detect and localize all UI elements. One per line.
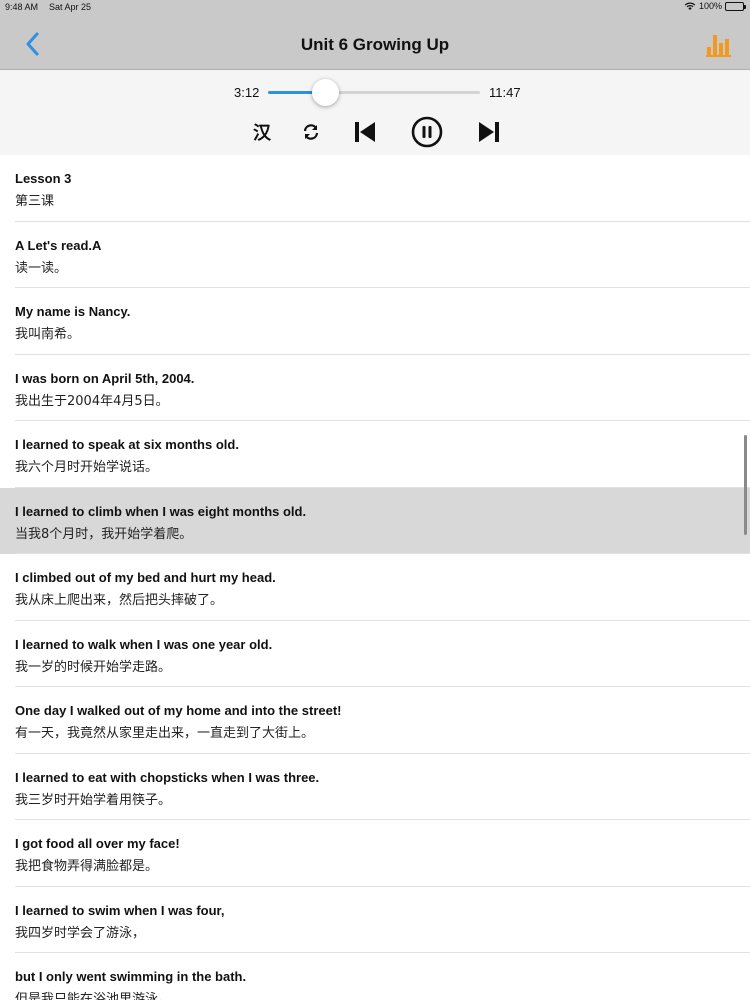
sentence-english: I learned to speak at six months old.	[15, 437, 239, 452]
progress-thumb[interactable]	[312, 79, 340, 106]
sentence-english: I got food all over my face!	[15, 836, 180, 851]
sentence-chinese: 但是我只能在浴池里游泳。	[15, 992, 172, 1000]
previous-button[interactable]	[352, 116, 378, 148]
sentence-chinese: 当我8个月时，我开始学着爬。	[15, 526, 193, 542]
progress-slider[interactable]	[268, 79, 480, 106]
total-time: 11:47	[489, 85, 521, 100]
sentence-english: A Let's read.A	[15, 237, 102, 253]
pause-button[interactable]	[410, 116, 444, 148]
sentence-english: I was born on April 5th, 2004.	[15, 370, 195, 386]
sentence-english: I learned to swim when I was four,	[15, 902, 225, 918]
status-time: 9:48 AM	[5, 2, 39, 12]
nav-bar: Unit 6 Growing Up	[0, 14, 750, 70]
repeat-icon	[303, 124, 319, 140]
sentence-chinese: 我叫南希。	[15, 327, 81, 342]
sentence-row[interactable]: I learned to swim when I was four, 我四岁时学会…	[0, 887, 750, 954]
sentence-row[interactable]: I got food all over my face! 我把食物弄得满脸都是。	[0, 820, 750, 887]
sentence-chinese: 我六个月时开始学说话。	[15, 460, 159, 475]
repeat-button[interactable]	[300, 116, 322, 148]
sentence-row[interactable]: My name is Nancy. 我叫南希。	[0, 288, 750, 355]
status-bar: 9:48 AM Sat Apr 25 100%	[0, 0, 750, 14]
wifi-icon	[684, 2, 696, 10]
sentence-row[interactable]: I was born on April 5th, 2004. 我出生于2004年4…	[0, 355, 750, 422]
skip-forward-icon	[479, 122, 499, 142]
sentence-row[interactable]: I learned to speak at six months old. 我六个…	[0, 421, 750, 488]
sentence-row[interactable]: One day I walked out of my home and into…	[0, 687, 750, 754]
sentence-english: I learned to walk when I was one year ol…	[15, 636, 273, 652]
sentence-row[interactable]: I learned to eat with chopsticks when I …	[0, 754, 750, 821]
stats-button[interactable]	[706, 31, 732, 57]
sentence-english: but I only went swimming in the bath.	[15, 969, 247, 984]
battery-percent: 100%	[698, 1, 722, 11]
pause-icon	[411, 116, 443, 148]
sentence-english: Lesson 3	[15, 171, 72, 186]
sentence-row[interactable]: I learned to walk when I was one year ol…	[0, 621, 750, 688]
page-title: Unit 6 Growing Up	[300, 35, 450, 54]
battery-icon	[725, 1, 746, 11]
sentence-chinese: 我四岁时学会了游泳，	[15, 925, 146, 941]
sentence-row[interactable]: but I only went swimming in the bath. 但是我…	[0, 953, 750, 1000]
skip-back-icon	[355, 122, 375, 142]
sentence-english: I climbed out of my bed and hurt my head…	[15, 570, 276, 585]
sentence-english: I learned to climb when I was eight mont…	[15, 503, 307, 519]
sentence-chinese: 我把食物弄得满脸都是。	[15, 859, 159, 874]
sentence-chinese: 我从床上爬出来，然后把头摔破了。	[15, 593, 224, 608]
sentence-chinese: 我三岁时开始学着用筷子。	[15, 792, 172, 808]
sentence-english: My name is Nancy.	[15, 304, 131, 319]
status-date: Sat Apr 25	[49, 2, 92, 12]
sentence-row[interactable]: Lesson 3 第三课	[0, 155, 750, 222]
sentence-list[interactable]: Lesson 3 第三课 A Let's read.A 读一读。 My name is …	[0, 155, 750, 1000]
sentence-chinese: 有一天，我竟然从家里走出来，一直走到了大街上。	[15, 726, 315, 741]
status-right: 100%	[684, 1, 746, 11]
next-button[interactable]	[476, 116, 502, 148]
sentence-english: I learned to eat with chopsticks when I …	[15, 769, 320, 785]
current-time: 3:12	[234, 85, 260, 100]
scrollbar[interactable]	[744, 435, 747, 535]
audio-player: 3:12 11:47 汉	[0, 70, 750, 155]
sentence-chinese: 读一读。	[15, 260, 68, 276]
sentence-row[interactable]: A Let's read.A 读一读。	[0, 222, 750, 289]
sentence-chinese: 我一岁的时候开始学走路。	[15, 659, 172, 675]
sentence-english: One day I walked out of my home and into…	[15, 703, 342, 718]
bar-chart-icon	[706, 35, 731, 57]
sentence-chinese: 我出生于2004年4月5日。	[15, 393, 169, 409]
language-toggle-button[interactable]: 汉	[250, 116, 274, 148]
sentence-row[interactable]: I learned to climb when I was eight mont…	[0, 487, 750, 554]
sentence-row[interactable]: I climbed out of my bed and hurt my head…	[0, 554, 750, 621]
sentence-chinese: 第三课	[15, 194, 55, 209]
